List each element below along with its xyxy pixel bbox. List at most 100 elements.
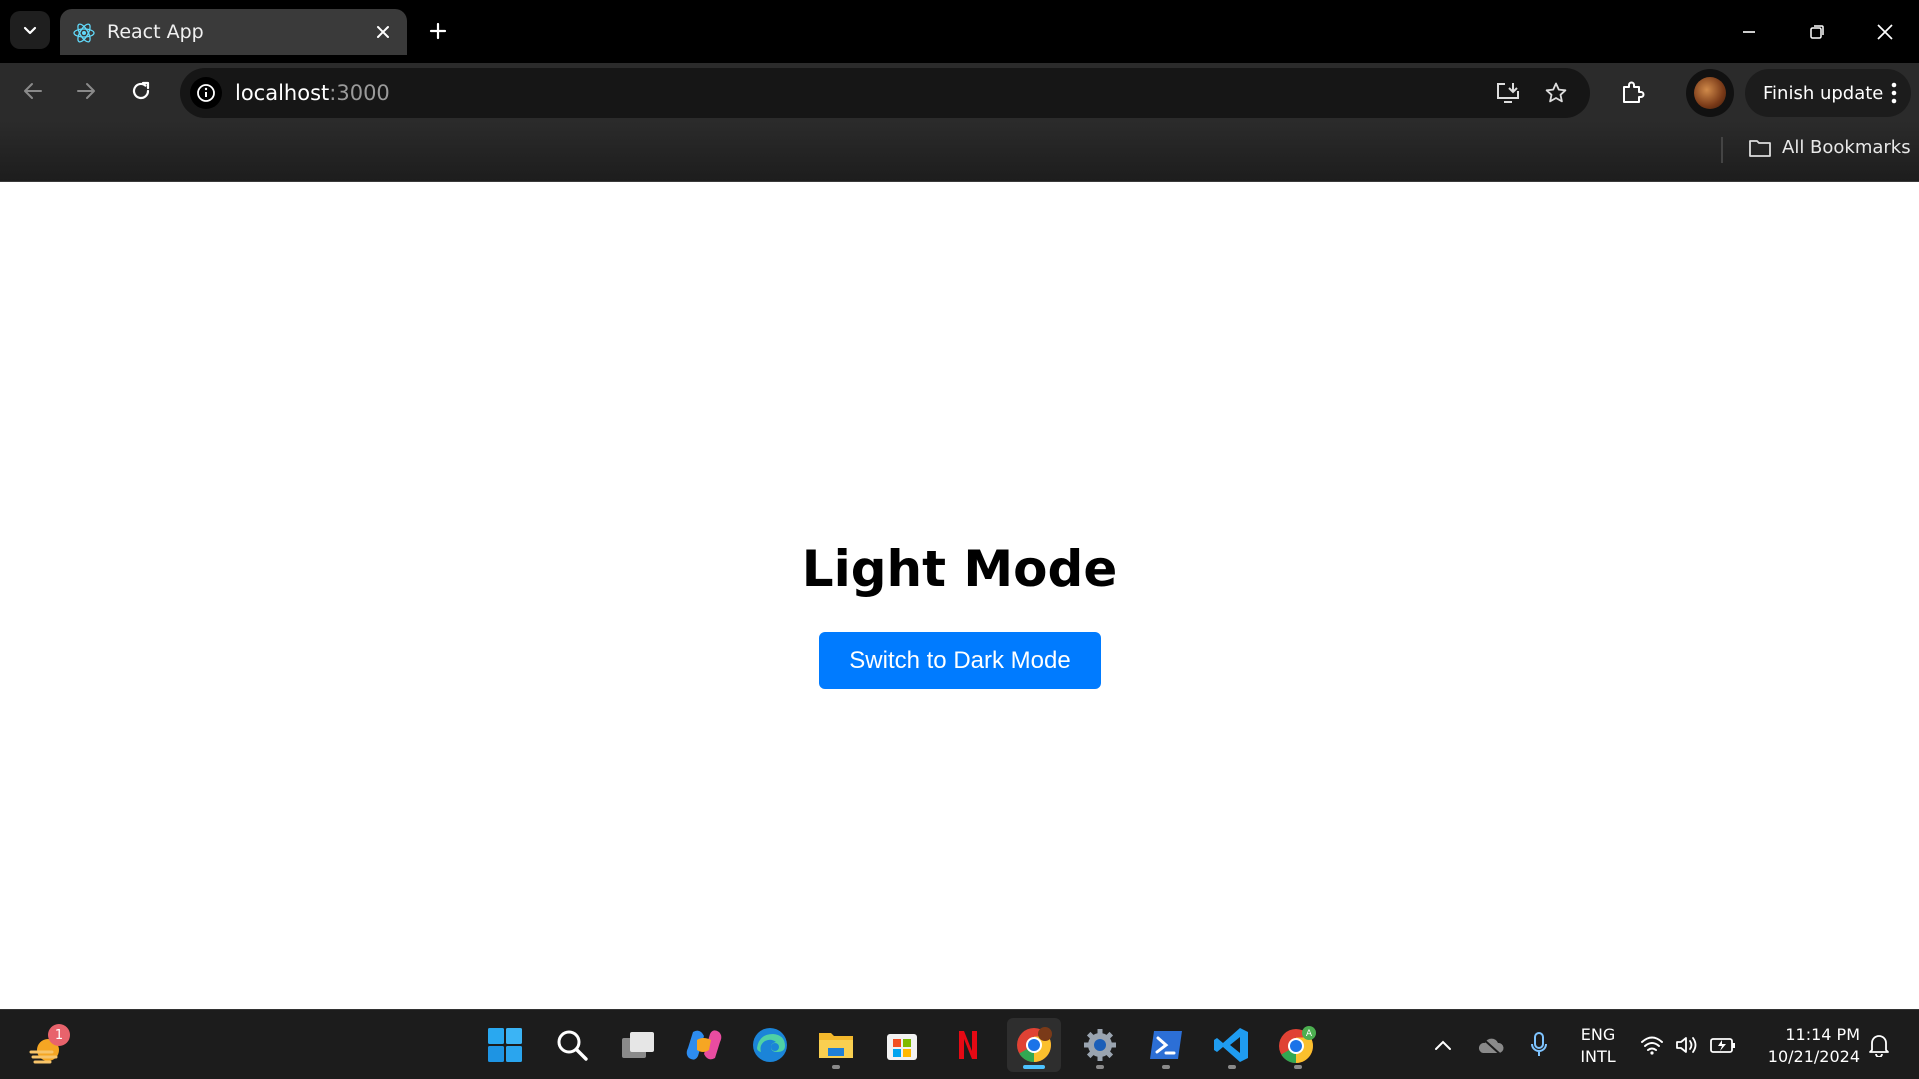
- running-indicator: [1228, 1065, 1236, 1069]
- notifications-button[interactable]: [1864, 1030, 1894, 1060]
- chrome-button[interactable]: [1007, 1018, 1061, 1072]
- tab-search-button[interactable]: [10, 11, 50, 49]
- browser-tab[interactable]: React App: [60, 9, 407, 55]
- file-explorer-button[interactable]: [809, 1018, 863, 1072]
- install-icon: [1497, 83, 1519, 103]
- battery-charging-icon: [1710, 1038, 1735, 1053]
- react-logo-icon: [73, 23, 95, 43]
- copilot-button[interactable]: [677, 1018, 731, 1072]
- tab-close-button[interactable]: [371, 20, 395, 44]
- task-view-button[interactable]: [611, 1018, 665, 1072]
- edge-icon: [753, 1028, 787, 1062]
- chrome-profile-icon: A: [1279, 1026, 1316, 1063]
- windows-taskbar: 1 A ENG INTL 11:14 PM 10/21/2024: [0, 1009, 1919, 1079]
- tab-strip: React App: [0, 0, 1919, 63]
- start-button[interactable]: [478, 1018, 532, 1072]
- terminal-icon: [1150, 1031, 1182, 1059]
- url-port: :3000: [329, 81, 390, 105]
- bookmarks-divider: [1721, 137, 1723, 163]
- folder-icon: [1749, 139, 1771, 157]
- settings-button[interactable]: [1073, 1018, 1127, 1072]
- chrome-icon: [1017, 1027, 1052, 1062]
- chevron-down-icon: [23, 26, 37, 35]
- store-icon: [887, 1034, 917, 1060]
- all-bookmarks-button[interactable]: All Bookmarks: [1748, 137, 1911, 158]
- microphone-button[interactable]: [1524, 1030, 1554, 1060]
- netflix-button[interactable]: [941, 1018, 995, 1072]
- star-icon: [1545, 82, 1567, 103]
- page-content: Light Mode Switch to Dark Mode: [0, 182, 1919, 1009]
- show-hidden-icons-button[interactable]: [1428, 1030, 1458, 1060]
- volume-button[interactable]: [1672, 1030, 1702, 1060]
- close-icon: [1877, 23, 1893, 40]
- chevron-up-icon: [1435, 1040, 1451, 1050]
- task-view-icon: [622, 1032, 654, 1058]
- url-text: localhost:3000: [235, 81, 390, 105]
- info-icon: [197, 84, 215, 102]
- reload-icon: [132, 81, 150, 100]
- arrow-left-icon: [24, 83, 42, 99]
- edge-button[interactable]: [743, 1018, 797, 1072]
- running-indicator: [1294, 1065, 1302, 1069]
- system-clock[interactable]: 11:14 PM 10/21/2024: [1760, 1024, 1860, 1068]
- lang-primary: ENG: [1580, 1025, 1616, 1044]
- input-language-indicator[interactable]: ENG INTL: [1578, 1024, 1618, 1068]
- svg-text:A: A: [1306, 1029, 1313, 1039]
- active-indicator: [1023, 1065, 1045, 1069]
- url-host: localhost: [235, 81, 330, 105]
- browser-toolbar: localhost:3000 Finish update: [0, 63, 1919, 121]
- site-info-button[interactable]: [190, 77, 222, 109]
- new-tab-button[interactable]: [418, 11, 458, 51]
- extensions-button[interactable]: [1612, 72, 1652, 112]
- microphone-icon: [1531, 1032, 1547, 1056]
- store-button[interactable]: [875, 1018, 929, 1072]
- finish-update-label: Finish update: [1763, 83, 1884, 104]
- kebab-menu-icon: [1891, 82, 1897, 104]
- restore-button[interactable]: [1783, 0, 1851, 63]
- minimize-icon: [1743, 30, 1755, 33]
- address-bar[interactable]: localhost:3000: [180, 68, 1590, 118]
- clock-time: 11:14 PM: [1785, 1025, 1860, 1044]
- page-heading: Light Mode: [801, 540, 1118, 598]
- vscode-button[interactable]: [1205, 1018, 1259, 1072]
- wifi-button[interactable]: [1637, 1030, 1667, 1060]
- running-indicator: [1096, 1065, 1104, 1069]
- arrow-right-icon: [77, 83, 95, 99]
- bookmarks-bar: All Bookmarks: [0, 121, 1919, 182]
- switch-dark-mode-button[interactable]: Switch to Dark Mode: [819, 632, 1101, 689]
- install-app-button[interactable]: [1493, 78, 1523, 108]
- terminal-button[interactable]: [1139, 1018, 1193, 1072]
- profile-avatar[interactable]: [1686, 69, 1734, 117]
- onedrive-button[interactable]: [1476, 1030, 1506, 1060]
- wifi-icon: [1641, 1036, 1663, 1055]
- bookmark-star-button[interactable]: [1541, 78, 1571, 108]
- vscode-icon: [1214, 1028, 1248, 1062]
- clock-date: 10/21/2024: [1767, 1047, 1860, 1066]
- gear-icon: [1084, 1029, 1116, 1061]
- running-indicator: [832, 1065, 840, 1069]
- bell-icon: [1869, 1035, 1889, 1057]
- avatar-image: [1694, 77, 1726, 109]
- minimize-button[interactable]: [1715, 0, 1783, 63]
- netflix-icon: [959, 1031, 977, 1059]
- forward-button[interactable]: [66, 71, 106, 111]
- close-window-button[interactable]: [1851, 0, 1919, 63]
- puzzle-icon: [1623, 81, 1645, 103]
- finish-update-button[interactable]: Finish update: [1745, 69, 1911, 117]
- windows-logo-icon: [488, 1028, 522, 1062]
- tab-title: React App: [107, 21, 204, 43]
- cloud-offline-icon: [1478, 1036, 1504, 1055]
- chrome-profile-button[interactable]: A: [1271, 1018, 1325, 1072]
- widget-badge: 1: [48, 1024, 70, 1046]
- restore-icon: [1810, 24, 1824, 39]
- battery-button[interactable]: [1708, 1030, 1738, 1060]
- reload-button[interactable]: [121, 71, 161, 111]
- back-button[interactable]: [13, 71, 53, 111]
- close-icon: [377, 26, 389, 38]
- folder-icon: [819, 1033, 853, 1058]
- search-icon: [557, 1030, 588, 1061]
- lang-secondary: INTL: [1580, 1047, 1616, 1066]
- running-indicator: [1162, 1065, 1170, 1069]
- search-button[interactable]: [545, 1018, 599, 1072]
- widgets-button[interactable]: 1: [26, 1024, 70, 1068]
